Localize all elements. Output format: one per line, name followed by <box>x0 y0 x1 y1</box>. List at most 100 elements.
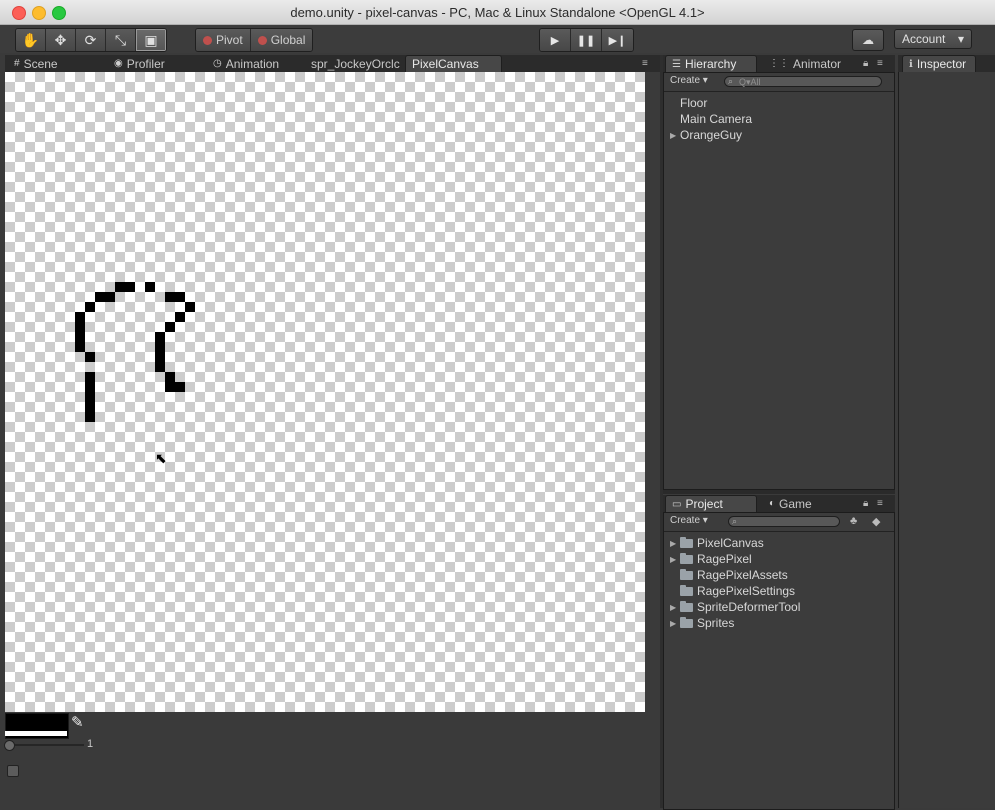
global-icon <box>257 35 267 45</box>
expand-triangle-icon[interactable]: ▶ <box>670 555 680 564</box>
painted-pixel <box>155 332 165 372</box>
folder-icon <box>680 584 693 596</box>
rotate-tool-button[interactable]: ⟳ <box>76 29 106 51</box>
pivot-icon <box>203 35 212 45</box>
project-folder-item[interactable]: ▶ RagePixel <box>670 551 752 567</box>
brush-size-slider[interactable] <box>8 744 84 746</box>
expand-triangle-icon[interactable]: ▶ <box>670 619 680 628</box>
hierarchy-search-input[interactable]: ⌕ Q▾All <box>724 76 882 87</box>
tab-animator[interactable]: ⋮⋮ Animator <box>763 55 847 72</box>
rotate-icon: ⟳ <box>84 31 97 48</box>
project-folder-item[interactable]: ▶ Sprites <box>670 615 734 631</box>
tab-menu-icon[interactable]: ≡ <box>642 58 648 69</box>
project-folder-item[interactable]: ▶ SpriteDeformerTool <box>670 599 800 615</box>
profiler-icon: ◉ <box>114 58 123 69</box>
tab-sprite[interactable]: spr_JockeyOrclc <box>305 55 406 72</box>
hierarchy-item-main-camera[interactable]: Main Camera <box>670 111 752 127</box>
expand-triangle-icon[interactable]: ▶ <box>670 603 680 612</box>
hierarchy-toolbar: Create ▾ ⌕ Q▾All <box>664 73 894 92</box>
cloud-button[interactable]: ☁ <box>852 29 884 51</box>
lock-icon[interactable]: 🔒︎ <box>863 498 868 509</box>
cloud-icon: ☁ <box>862 33 874 47</box>
panel-divider-horizontal[interactable] <box>663 490 895 494</box>
pencil-icon[interactable]: ✎ <box>71 713 84 731</box>
painted-pixel <box>145 282 155 292</box>
expand-triangle-icon[interactable]: ▶ <box>670 131 680 140</box>
project-folder-label: PixelCanvas <box>697 536 764 550</box>
pivot-label: Pivot <box>216 33 243 47</box>
project-toolbar: Create ▾ ⌕ ♣ ◆ <box>664 513 894 532</box>
project-folder-item[interactable]: RagePixelSettings <box>670 583 795 599</box>
search-icon: ⌕ <box>732 516 738 526</box>
tab-profiler-label: Profiler <box>126 56 165 71</box>
project-folder-label: RagePixelAssets <box>697 568 788 582</box>
project-panel: Create ▾ ⌕ ♣ ◆ ▶ PixelCanvas ▶ RagePixel Rag… <box>663 512 895 810</box>
hierarchy-item-floor[interactable]: Floor <box>670 95 707 111</box>
expand-triangle-icon[interactable]: ▶ <box>670 539 680 548</box>
tab-project-label: Project <box>685 497 723 511</box>
pause-icon: ❚❚ <box>576 34 596 47</box>
pivot-button[interactable]: Pivot <box>196 29 251 51</box>
painted-pixel <box>175 312 185 322</box>
global-button[interactable]: Global <box>250 29 313 51</box>
rect-tool-button[interactable]: ▣ <box>136 29 166 51</box>
global-label: Global <box>270 33 306 47</box>
tab-project[interactable]: ▭ Project <box>665 495 757 512</box>
scale-icon: ⤡ <box>114 31 127 48</box>
folder-icon <box>680 536 693 548</box>
play-button[interactable]: ▶ <box>540 29 571 51</box>
hierarchy-menu-icon[interactable]: ≡ <box>877 58 883 69</box>
animation-icon: ◷ <box>213 58 222 69</box>
project-tabstrip: ▭ Project ◐ Game 🔒︎ ≡ <box>663 495 895 512</box>
painted-pixel <box>115 282 135 292</box>
tab-pixelcanvas[interactable]: PixelCanvas <box>405 55 502 72</box>
project-folder-label: SpriteDeformerTool <box>697 600 801 614</box>
hand-tool-button[interactable]: ✋ <box>16 29 46 51</box>
folder-icon <box>680 552 693 564</box>
filter-by-type-icon[interactable]: ♣ <box>850 515 857 527</box>
project-search-input[interactable]: ⌕ <box>728 516 840 527</box>
scene-tabstrip: # Scene ◉ Profiler ◷ Animation spr_Jocke… <box>5 55 660 72</box>
inspector-tabstrip: ℹ Inspector <box>898 55 995 72</box>
hierarchy-search-placeholder: Q▾All <box>739 77 761 87</box>
project-folder-item[interactable]: ▶ PixelCanvas <box>670 535 764 551</box>
tab-game[interactable]: ◐ Game <box>763 495 818 512</box>
pixel-canvas[interactable]: ⬉ <box>5 72 645 712</box>
chevron-down-icon: ▾ <box>957 32 964 46</box>
hierarchy-item-orangeguy[interactable]: ▶ OrangeGuy <box>670 127 742 143</box>
step-button[interactable]: ▶❙ <box>602 29 633 51</box>
move-tool-button[interactable]: ✥ <box>46 29 76 51</box>
main-toolbar: ✋ ✥ ⟳ ⤡ ▣ Pivot Global ▶ ❚❚ ▶❙ ☁ Account… <box>0 25 995 53</box>
tab-scene[interactable]: # Scene <box>8 55 64 72</box>
project-folder-label: Sprites <box>697 616 735 630</box>
project-create-button[interactable]: Create ▾ <box>670 515 708 526</box>
tab-animation[interactable]: ◷ Animation <box>207 55 285 72</box>
tab-inspector[interactable]: ℹ Inspector <box>902 55 976 72</box>
search-icon: ⌕ <box>728 76 734 86</box>
scale-tool-button[interactable]: ⤡ <box>106 29 136 51</box>
hierarchy-tabstrip: ☰ Hierarchy ⋮⋮ Animator 🔒︎ ≡ <box>663 55 895 72</box>
hierarchy-item-label: Main Camera <box>680 112 753 126</box>
tab-scene-label: Scene <box>23 56 58 71</box>
project-menu-icon[interactable]: ≡ <box>877 498 883 509</box>
tab-inspector-label: Inspector <box>916 57 967 71</box>
filter-by-label-icon[interactable]: ◆ <box>872 515 880 528</box>
play-icon: ▶ <box>550 34 560 47</box>
brush-size-slider-knob[interactable] <box>4 740 15 751</box>
tab-profiler[interactable]: ◉ Profiler <box>108 55 171 72</box>
painted-pixel <box>165 322 175 332</box>
hand-icon: ✋ <box>21 31 40 48</box>
painted-pixel <box>95 292 115 302</box>
lock-icon[interactable]: 🔒︎ <box>863 58 868 69</box>
option-checkbox[interactable] <box>7 765 19 777</box>
transform-tools: ✋ ✥ ⟳ ⤡ ▣ <box>15 28 167 52</box>
pause-button[interactable]: ❚❚ <box>571 29 602 51</box>
project-folder-item[interactable]: RagePixelAssets <box>670 567 788 583</box>
paint-cursor-icon: ⬉ <box>155 450 167 466</box>
brush-size-value: 1 <box>87 738 94 750</box>
tab-hierarchy[interactable]: ☰ Hierarchy <box>665 55 757 72</box>
tab-game-label: Game <box>779 496 812 511</box>
account-dropdown[interactable]: Account ▾ <box>894 29 972 49</box>
hierarchy-create-button[interactable]: Create ▾ <box>670 75 708 86</box>
window-titlebar: demo.unity - pixel-canvas - PC, Mac & Li… <box>0 0 995 25</box>
